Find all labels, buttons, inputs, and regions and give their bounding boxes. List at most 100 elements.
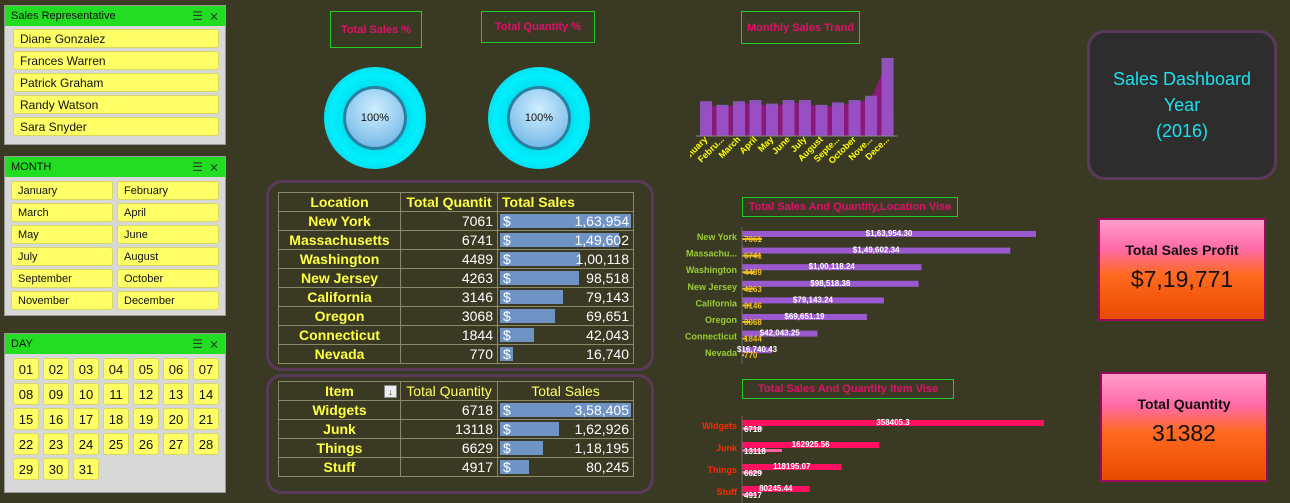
clear-filter-icon[interactable]: ⨯ — [209, 9, 219, 23]
slicer-item[interactable]: 28 — [193, 433, 219, 455]
category-label: California — [695, 298, 738, 308]
slicer-item[interactable]: 12 — [133, 383, 159, 405]
monthly-trend-title: Monthly Sales Trand — [741, 11, 860, 44]
slicer-item[interactable]: 10 — [73, 383, 99, 405]
currency-symbol: $ — [503, 421, 511, 437]
slicer-item[interactable]: Diane Gonzalez — [13, 29, 219, 48]
row-quantity: 770 — [400, 344, 498, 364]
column-header[interactable]: Location — [278, 192, 401, 212]
slicer-item[interactable]: October — [117, 269, 219, 288]
row-name: Things — [278, 438, 401, 458]
row-name: Junk — [278, 419, 401, 439]
filter-sidebar: Sales Representative ☰ ⨯ Diane Gonzalez Fr… — [0, 0, 236, 503]
slicer-item[interactable]: 14 — [193, 383, 219, 405]
column-header[interactable]: Total Quantity — [400, 381, 498, 401]
slicer-item[interactable]: 22 — [13, 433, 39, 455]
slicer-item[interactable]: July — [11, 247, 113, 266]
clear-filter-icon[interactable]: ⨯ — [209, 160, 219, 174]
currency-symbol: $ — [503, 327, 511, 343]
column-header[interactable]: Total Sales — [497, 381, 634, 401]
slicer-item[interactable]: 05 — [133, 358, 159, 380]
slicer-item[interactable]: 07 — [193, 358, 219, 380]
sales-data-label: $1,63,954.30 — [866, 229, 913, 238]
currency-symbol: $ — [503, 270, 511, 286]
multi-select-icon[interactable]: ☰ — [192, 9, 203, 23]
quantity-data-label: 6741 — [744, 252, 762, 261]
slicer-item[interactable]: 02 — [43, 358, 69, 380]
slicer-item[interactable]: 21 — [193, 408, 219, 430]
slicer-item[interactable]: December — [117, 291, 219, 310]
slicer-item[interactable]: August — [117, 247, 219, 266]
slicer-item[interactable]: 25 — [103, 433, 129, 455]
sales-data-label: $98,518.38 — [810, 279, 851, 288]
slicer-header: Sales Representative ☰ ⨯ — [5, 6, 225, 26]
total-qty-pct-title: Total Quantity % — [481, 11, 595, 43]
slicer-item[interactable]: 15 — [13, 408, 39, 430]
category-label: Washington — [686, 265, 737, 275]
sort-dropdown-icon[interactable]: ↓ — [384, 385, 397, 398]
monthly-bar — [716, 104, 729, 136]
row-quantity: 6718 — [400, 400, 498, 420]
slicer-item[interactable]: Randy Watson — [13, 95, 219, 114]
slicer-item[interactable]: 24 — [73, 433, 99, 455]
slicer-item[interactable]: Patrick Graham — [13, 73, 219, 92]
row-name: New Jersey — [278, 268, 401, 288]
slicer-item[interactable]: 04 — [103, 358, 129, 380]
slicer-item[interactable]: Sara Snyder — [13, 117, 219, 136]
slicer-item[interactable]: 03 — [73, 358, 99, 380]
sales-pct-gauge: 100% — [324, 67, 426, 169]
slicer-item[interactable]: February — [117, 181, 219, 200]
slicer-item[interactable]: 23 — [43, 433, 69, 455]
quantity-data-label: 4917 — [744, 491, 762, 500]
total-sales-pct-title: Total Sales % — [330, 11, 422, 48]
slicer-item[interactable]: 09 — [43, 383, 69, 405]
slicer-item[interactable]: 31 — [73, 458, 99, 480]
slicer-item[interactable]: 16 — [43, 408, 69, 430]
table-row: Washington 4489 $1,00,118 — [278, 249, 634, 269]
slicer-item[interactable]: 26 — [133, 433, 159, 455]
slicer-item[interactable]: 06 — [163, 358, 189, 380]
data-bar — [500, 252, 580, 266]
slicer-item[interactable]: Frances Warren — [13, 51, 219, 70]
slicer-item[interactable]: 11 — [103, 383, 129, 405]
slicer-item[interactable]: 29 — [13, 458, 39, 480]
slicer-item[interactable]: March — [11, 203, 113, 222]
slicer-item[interactable]: 19 — [133, 408, 159, 430]
row-name: Connecticut — [278, 325, 401, 345]
gauge-value: 100% — [360, 112, 390, 124]
column-header[interactable]: Total Sales — [497, 192, 634, 212]
slicer-item[interactable]: September — [11, 269, 113, 288]
multi-select-icon[interactable]: ☰ — [192, 160, 203, 174]
slicer-item[interactable]: 30 — [43, 458, 69, 480]
quantity-data-label: 7061 — [744, 235, 762, 244]
slicer-item[interactable]: June — [117, 225, 219, 244]
slicer-item[interactable]: 17 — [73, 408, 99, 430]
monthly-bar — [881, 58, 894, 136]
sales-data-label: $69,651.19 — [784, 312, 825, 321]
clear-filter-icon[interactable]: ⨯ — [209, 337, 219, 351]
slicer-item[interactable]: 18 — [103, 408, 129, 430]
quantity-data-label: 770 — [744, 351, 758, 360]
slicer-item[interactable]: 20 — [163, 408, 189, 430]
dashboard-title-card: Sales Dashboard Year (2016) — [1087, 30, 1277, 180]
slicer-title: MONTH — [11, 161, 52, 173]
slicer-item[interactable]: April — [117, 203, 219, 222]
column-header[interactable]: Item ↓ — [278, 381, 401, 401]
slicer-item[interactable]: 27 — [163, 433, 189, 455]
sales-data-label: 162925.56 — [792, 440, 830, 449]
monthly-bar — [733, 101, 745, 136]
slicer-item[interactable]: January — [11, 181, 113, 200]
slicer-item[interactable]: 08 — [13, 383, 39, 405]
slicer-item[interactable]: November — [11, 291, 113, 310]
slicer-item[interactable]: 13 — [163, 383, 189, 405]
total-quantity-card: Total Quantity 31382 — [1100, 372, 1268, 482]
row-sales: $80,245 — [497, 457, 634, 477]
slicer-item[interactable]: May — [11, 225, 113, 244]
quantity-data-label: 1844 — [744, 335, 762, 344]
column-header[interactable]: Total Quantit — [400, 192, 498, 212]
slicer-items: Diane Gonzalez Frances Warren Patrick Grah… — [5, 29, 225, 136]
sales-value: 98,518 — [586, 270, 629, 286]
slicer-item[interactable]: 01 — [13, 358, 39, 380]
category-label: Connecticut — [685, 332, 737, 342]
multi-select-icon[interactable]: ☰ — [192, 337, 203, 351]
